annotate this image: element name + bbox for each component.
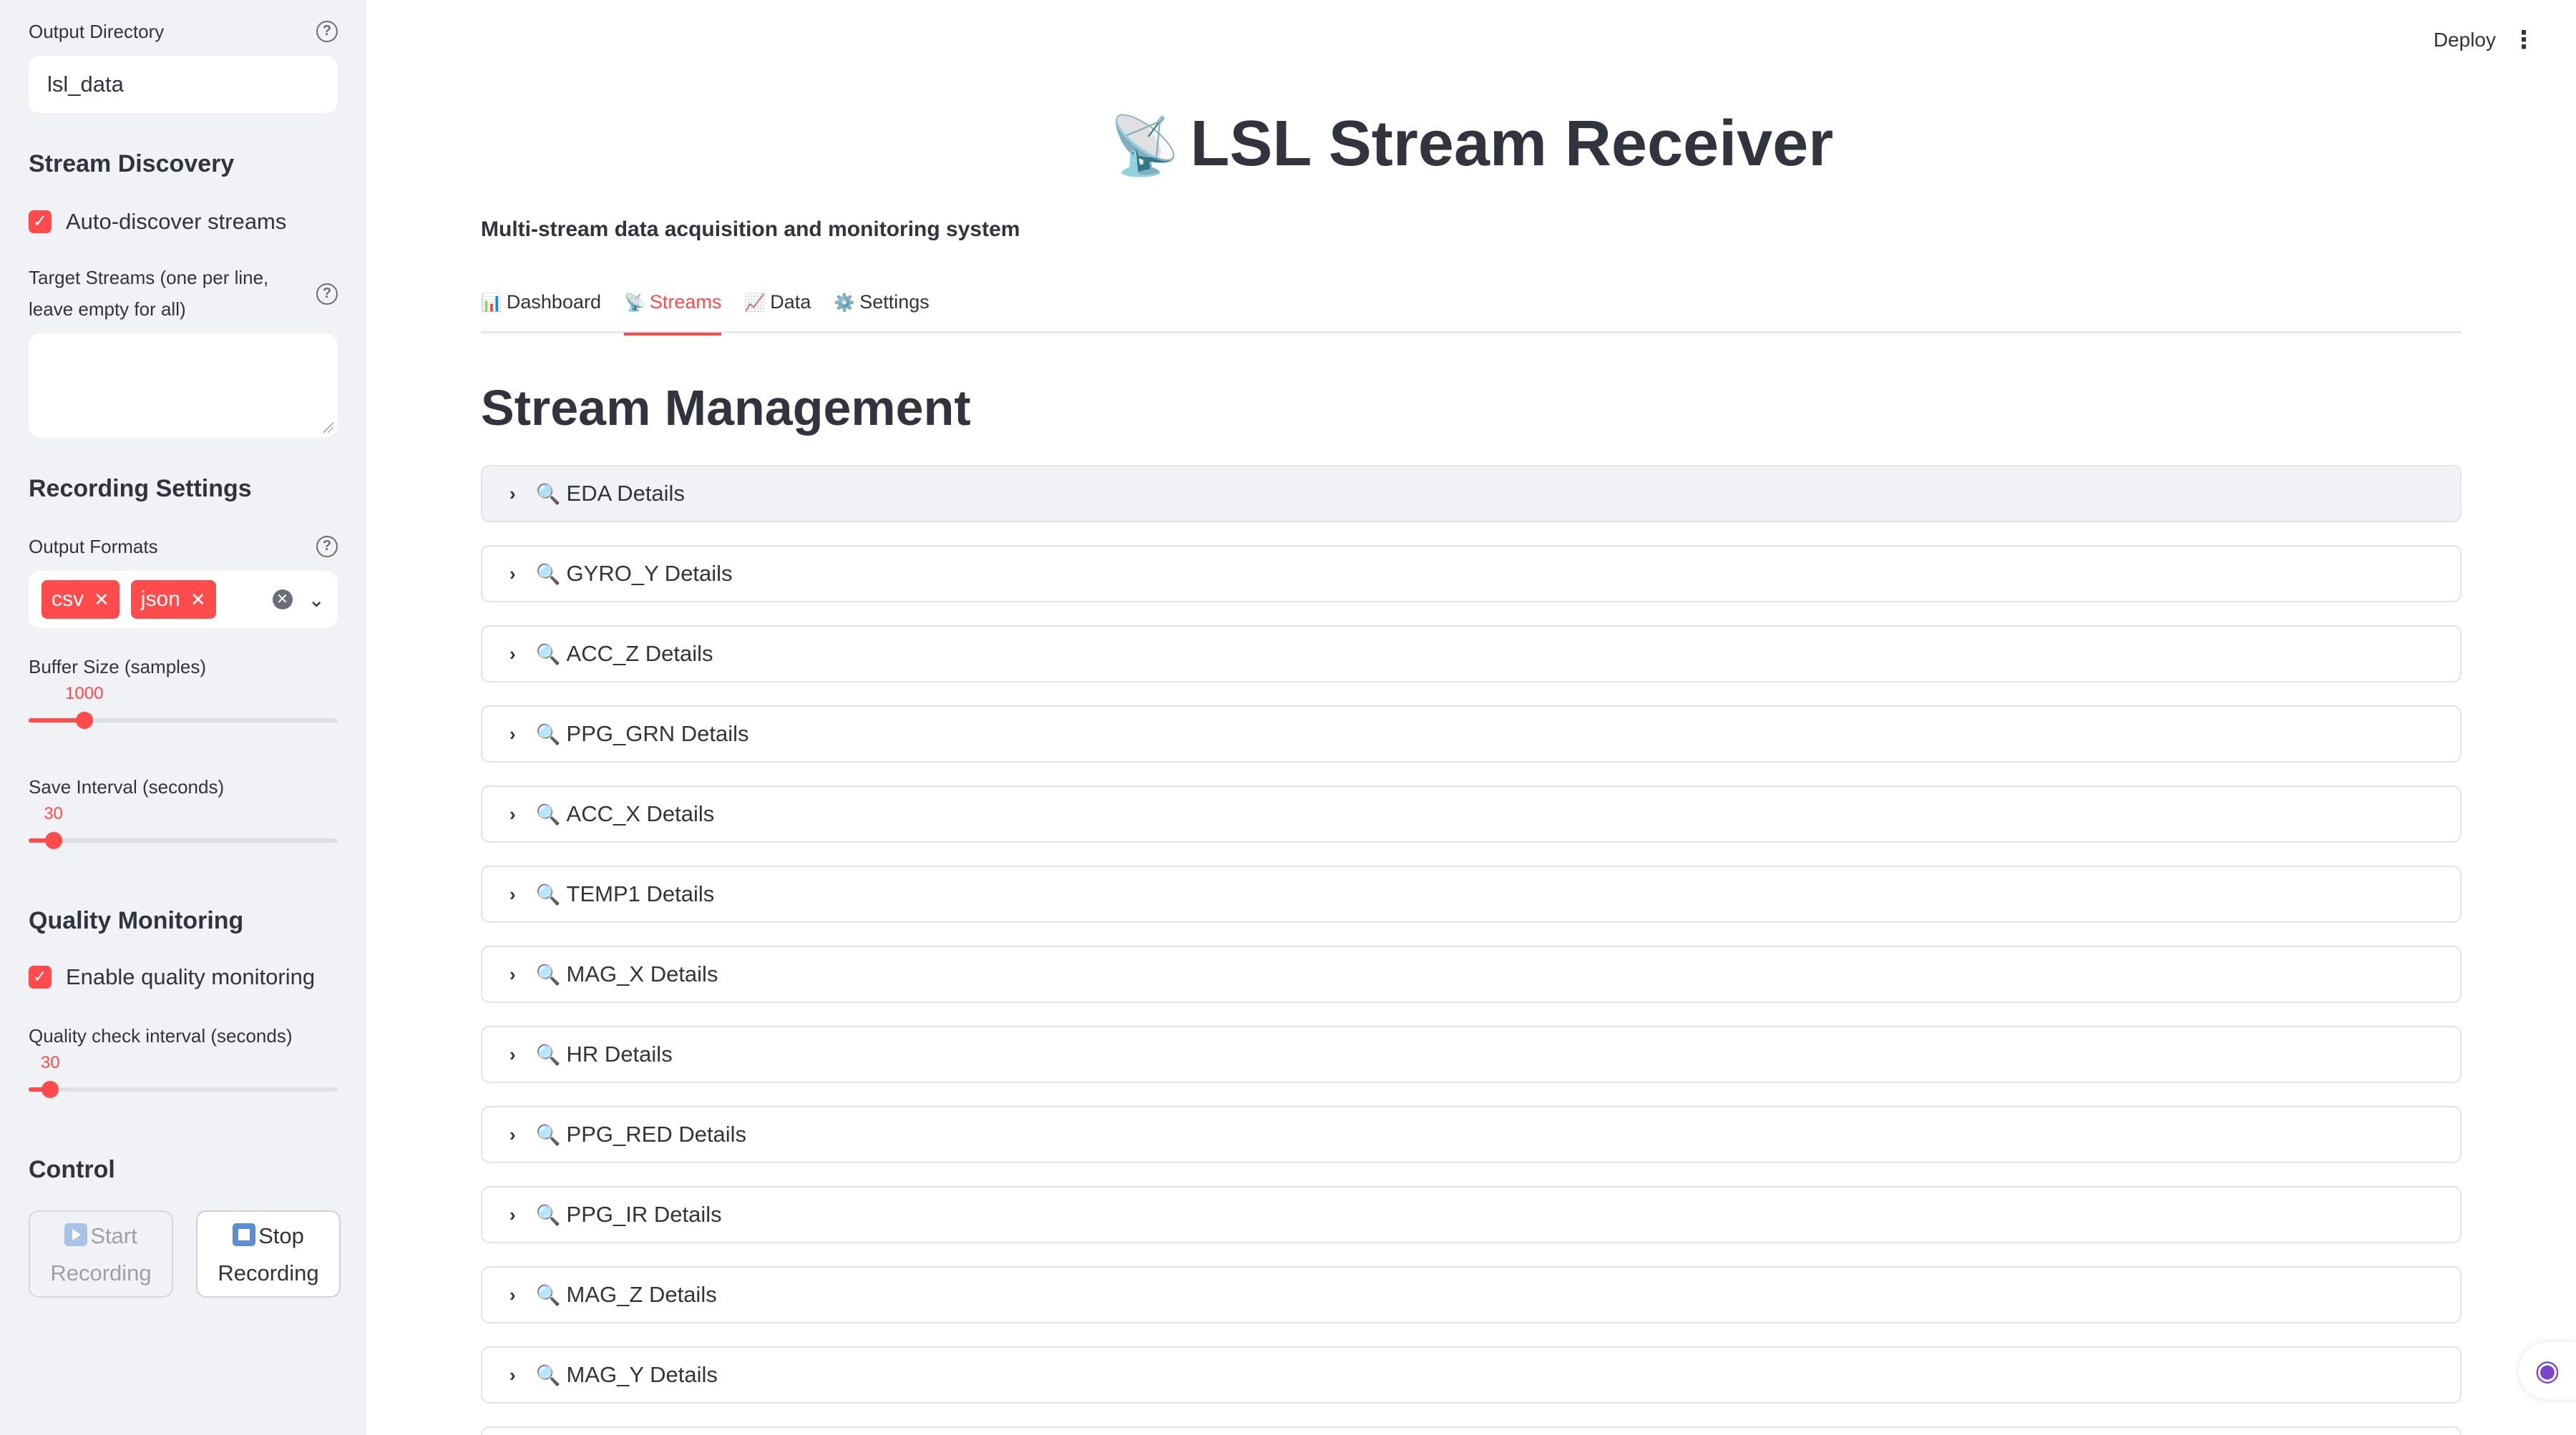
enable-quality-checkbox[interactable]: ✓ Enable quality monitoring bbox=[29, 964, 315, 990]
remove-tag-icon[interactable]: ✕ bbox=[190, 580, 206, 619]
buffer-size-label: Buffer Size (samples) bbox=[29, 656, 207, 677]
quality-interval-label: Quality check interval (seconds) bbox=[29, 1025, 293, 1047]
sidebar: Output Directory ? lsl_data Stream Disco… bbox=[0, 0, 366, 1435]
save-interval-label: Save Interval (seconds) bbox=[29, 776, 225, 798]
slider-value: 30 bbox=[44, 804, 63, 823]
slider-value: 30 bbox=[40, 1053, 60, 1072]
expander-temp1[interactable]: › 🔍 TEMP1 Details bbox=[481, 866, 2462, 923]
checkmark-icon: ✓ bbox=[29, 210, 52, 233]
output-directory-input[interactable]: lsl_data bbox=[29, 56, 338, 113]
magnifier-icon: 🔍 bbox=[535, 1363, 561, 1386]
format-tag-json: json ✕ bbox=[130, 580, 216, 619]
chevron-right-icon: › bbox=[509, 963, 516, 985]
play-icon bbox=[64, 1223, 88, 1246]
chevron-right-icon: › bbox=[509, 803, 516, 825]
buffer-size-slider[interactable]: 1000 bbox=[29, 684, 338, 734]
main-content: Deploy ⋮ 📡 LSL Stream Receiver Multi-stre… bbox=[366, 0, 2576, 1435]
chevron-right-icon: › bbox=[509, 1123, 516, 1145]
chevron-down-icon[interactable]: ⌄ bbox=[308, 588, 325, 612]
tab-bar: 📊 Dashboard 📡 Streams 📈 Data ⚙️ Settings bbox=[481, 286, 2462, 336]
magnifier-icon: 🔍 bbox=[535, 1043, 561, 1066]
page-title: 📡 LSL Stream Receiver bbox=[1108, 108, 1834, 180]
chevron-right-icon: › bbox=[509, 883, 516, 905]
kebab-menu-icon[interactable]: ⋮ bbox=[2512, 26, 2536, 54]
quality-interval-slider[interactable]: 30 bbox=[29, 1053, 338, 1103]
expander-hr[interactable]: › 🔍 HR Details bbox=[481, 1026, 2462, 1083]
slider-thumb[interactable] bbox=[75, 712, 93, 729]
magnifier-icon: 🔍 bbox=[535, 562, 561, 585]
gear-icon: ⚙️ bbox=[834, 293, 856, 313]
magnifier-icon: 🔍 bbox=[535, 803, 561, 826]
chevron-right-icon: › bbox=[509, 1043, 516, 1065]
expander-mag-y[interactable]: › 🔍 MAG_Y Details bbox=[481, 1346, 2462, 1404]
stop-recording-button[interactable]: Stop Recording bbox=[196, 1210, 341, 1298]
slider-track[interactable] bbox=[29, 1087, 338, 1092]
section-heading: Stream Management bbox=[481, 380, 971, 436]
help-icon[interactable]: ? bbox=[316, 283, 338, 305]
brain-icon[interactable]: ◉ bbox=[2519, 1342, 2576, 1399]
expander-mag-z[interactable]: › 🔍 MAG_Z Details bbox=[481, 1266, 2462, 1323]
tab-data[interactable]: 📈 Data bbox=[744, 286, 811, 333]
format-tag-csv: csv ✕ bbox=[42, 580, 119, 619]
expander-ppg-red[interactable]: › 🔍 PPG_RED Details bbox=[481, 1106, 2462, 1163]
page-subtitle: Multi-stream data acquisition and monito… bbox=[481, 217, 1020, 241]
slider-thumb[interactable] bbox=[42, 1081, 59, 1098]
target-streams-textarea[interactable] bbox=[29, 333, 338, 437]
chevron-right-icon: › bbox=[509, 723, 516, 745]
satellite-dish-icon: 📡 bbox=[1108, 114, 1181, 177]
expander-mag-x[interactable]: › 🔍 MAG_X Details bbox=[481, 946, 2462, 1003]
output-directory-label: Output Directory ? bbox=[29, 16, 338, 47]
line-chart-icon: 📈 bbox=[744, 293, 766, 313]
quality-monitoring-title: Quality Monitoring bbox=[29, 907, 244, 934]
magnifier-icon: 🔍 bbox=[535, 1203, 561, 1226]
magnifier-icon: 🔍 bbox=[535, 1283, 561, 1306]
checkmark-icon: ✓ bbox=[29, 966, 52, 989]
magnifier-icon: 🔍 bbox=[535, 1123, 561, 1146]
expander-acc-z[interactable]: › 🔍 ACC_Z Details bbox=[481, 625, 2462, 682]
control-title: Control bbox=[29, 1156, 115, 1183]
expander-ppg-ir[interactable]: › 🔍 PPG_IR Details bbox=[481, 1186, 2462, 1243]
magnifier-icon: 🔍 bbox=[535, 883, 561, 906]
stream-discovery-title: Stream Discovery bbox=[29, 150, 235, 177]
expander-ppg-grn[interactable]: › 🔍 PPG_GRN Details bbox=[481, 705, 2462, 763]
chevron-right-icon: › bbox=[509, 482, 516, 504]
expander-acc-x[interactable]: › 🔍 ACC_X Details bbox=[481, 785, 2462, 843]
tab-streams[interactable]: 📡 Streams bbox=[623, 286, 722, 336]
chevron-right-icon: › bbox=[509, 1203, 516, 1225]
magnifier-icon: 🔍 bbox=[535, 642, 561, 665]
chevron-right-icon: › bbox=[509, 642, 516, 665]
help-icon[interactable]: ? bbox=[316, 536, 338, 557]
target-streams-label: Target Streams (one per line, leave empt… bbox=[29, 262, 338, 325]
deploy-button[interactable]: Deploy bbox=[2434, 29, 2496, 52]
chevron-right-icon: › bbox=[509, 1283, 516, 1306]
recording-settings-title: Recording Settings bbox=[29, 475, 252, 502]
help-icon[interactable]: ? bbox=[316, 21, 338, 42]
satellite-dish-icon: 📡 bbox=[623, 293, 645, 313]
output-formats-label: Output Formats ? bbox=[29, 531, 338, 562]
control-buttons: Start Recording Stop Recording bbox=[29, 1210, 341, 1298]
expander-partial[interactable] bbox=[481, 1426, 2462, 1435]
remove-tag-icon[interactable]: ✕ bbox=[94, 580, 109, 619]
magnifier-icon: 🔍 bbox=[535, 963, 561, 986]
slider-thumb[interactable] bbox=[44, 832, 62, 849]
magnifier-icon: 🔍 bbox=[535, 723, 561, 745]
tab-dashboard[interactable]: 📊 Dashboard bbox=[481, 286, 601, 333]
stop-icon bbox=[233, 1223, 256, 1246]
auto-discover-checkbox[interactable]: ✓ Auto-discover streams bbox=[29, 209, 286, 235]
start-recording-button[interactable]: Start Recording bbox=[29, 1210, 173, 1298]
clear-all-icon[interactable]: ✕ bbox=[272, 589, 293, 609]
chevron-right-icon: › bbox=[509, 562, 516, 584]
tab-settings[interactable]: ⚙️ Settings bbox=[834, 286, 929, 333]
magnifier-icon: 🔍 bbox=[535, 482, 561, 505]
slider-value: 1000 bbox=[65, 684, 104, 703]
slider-track[interactable] bbox=[29, 838, 338, 843]
save-interval-slider[interactable]: 30 bbox=[29, 804, 338, 854]
bar-chart-icon: 📊 bbox=[481, 293, 502, 313]
output-formats-multiselect[interactable]: csv ✕ json ✕ ✕ ⌄ bbox=[29, 571, 338, 628]
expander-eda[interactable]: › 🔍 EDA Details bbox=[481, 465, 2462, 522]
expander-gyro-y[interactable]: › 🔍 GYRO_Y Details bbox=[481, 545, 2462, 602]
chevron-right-icon: › bbox=[509, 1363, 516, 1386]
